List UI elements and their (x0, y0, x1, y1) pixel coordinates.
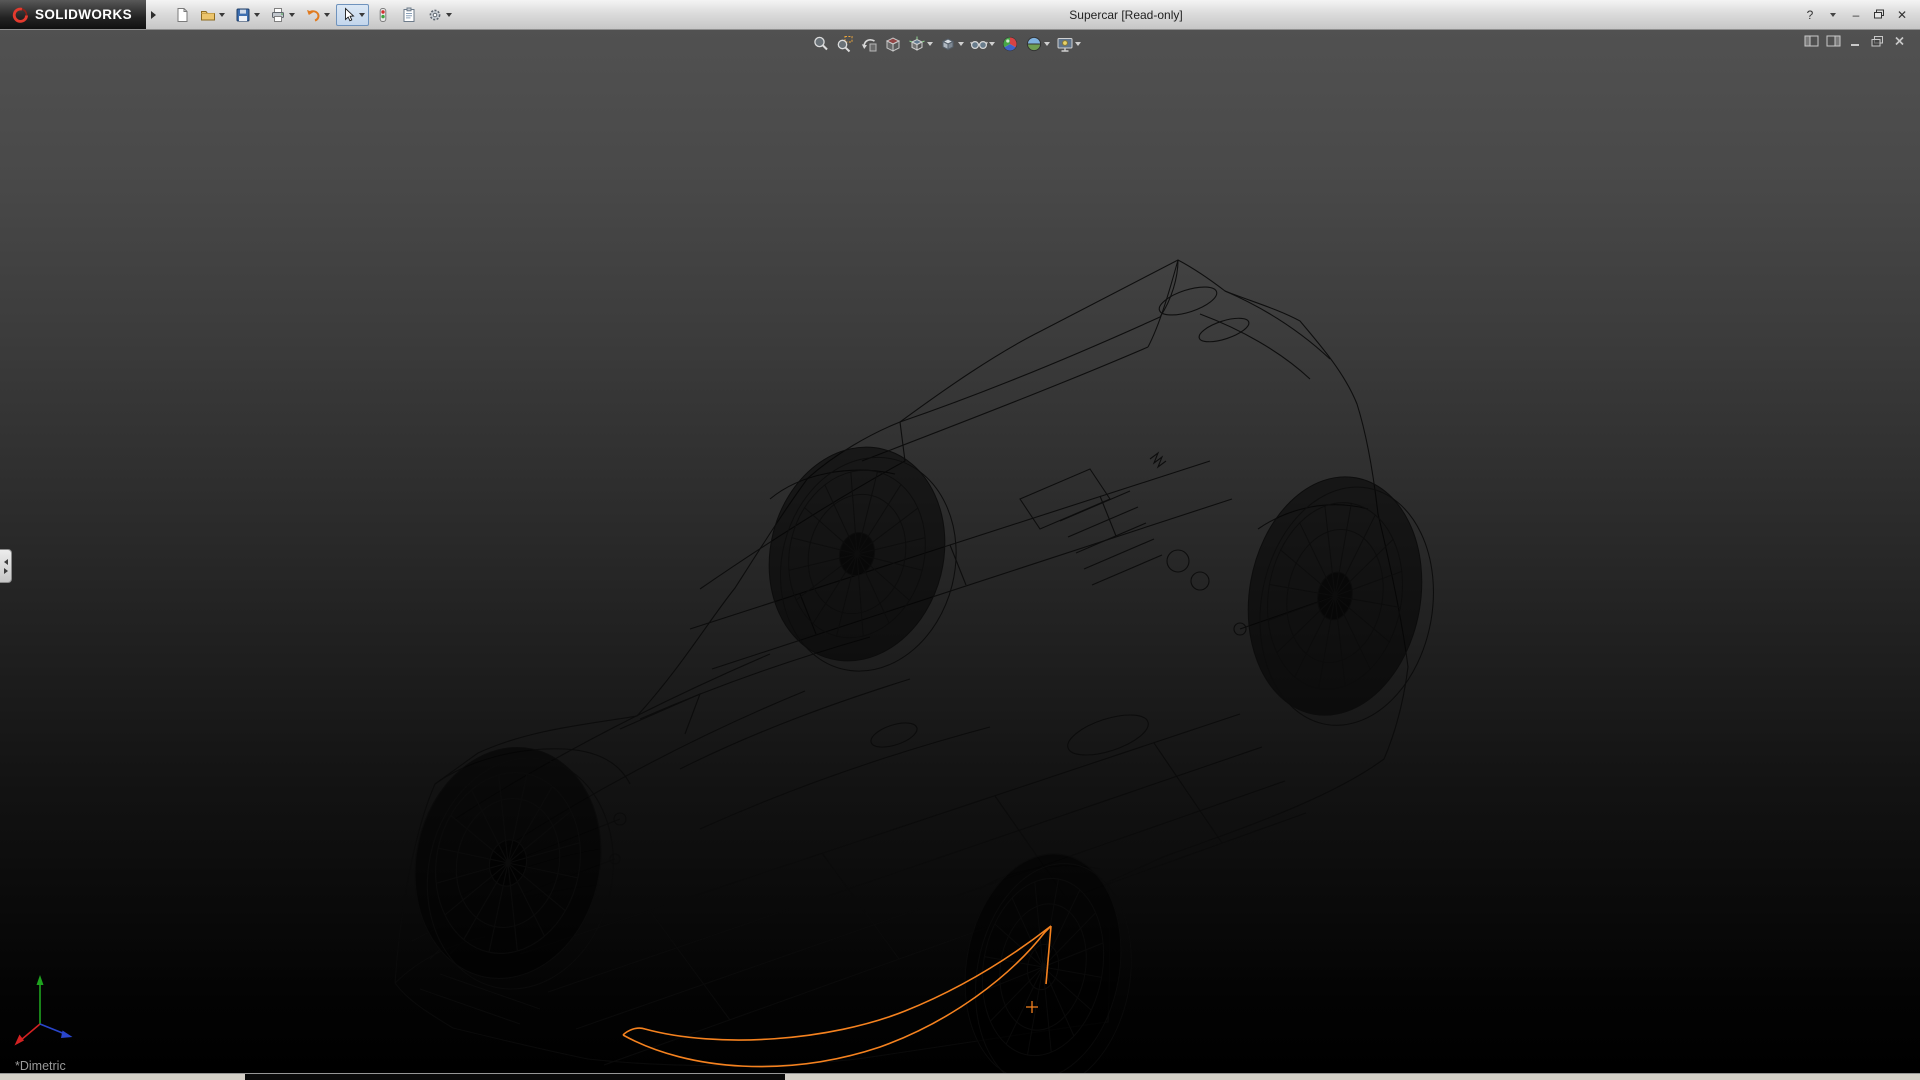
split-pane-right-icon (1826, 35, 1841, 47)
minimize-button[interactable]: – (1846, 5, 1866, 25)
print-icon (270, 7, 286, 23)
split-pane-left-icon (1804, 35, 1819, 47)
select-cursor-icon (340, 7, 356, 23)
standard-toolbar (170, 4, 456, 26)
zoom-to-area-button[interactable] (834, 31, 856, 57)
print-dropdown-icon[interactable] (289, 13, 295, 17)
file-properties-button[interactable] (397, 4, 421, 26)
3ds-swirl-icon (8, 6, 30, 24)
wheel-rear-right[interactable] (1229, 463, 1454, 739)
collapse-arrow-icon (4, 559, 8, 565)
zoom-to-area-icon (836, 35, 854, 53)
document-window-controls (1803, 33, 1908, 48)
doc-close-button[interactable] (1891, 33, 1908, 48)
view-orientation-button[interactable] (906, 31, 935, 57)
file-properties-icon (401, 7, 417, 23)
edit-appearance-icon (1001, 35, 1019, 53)
previous-view-icon (860, 35, 878, 53)
save-dropdown-icon[interactable] (254, 13, 260, 17)
titlebar: SOLIDWORKS (0, 0, 1920, 30)
options-gear-icon (427, 7, 443, 23)
expand-arrow-icon (4, 568, 8, 574)
help-dropdown-button[interactable] (1823, 5, 1843, 25)
menu-expand-arrow[interactable] (146, 0, 160, 29)
hide-show-items-dropdown-icon[interactable] (989, 42, 995, 46)
apply-scene-dropdown-icon[interactable] (1044, 42, 1050, 46)
headsup-view-toolbar (810, 31, 1083, 57)
section-view-icon (884, 35, 902, 53)
help-dropdown-icon (1830, 13, 1836, 17)
wireframe-car[interactable] (392, 260, 1453, 1074)
edit-appearance-button[interactable] (999, 31, 1021, 57)
feature-panel-expand-tab[interactable] (0, 549, 12, 583)
graphics-area[interactable]: *Dimetric (0, 29, 1920, 1074)
solidworks-window: SOLIDWORKS (0, 0, 1920, 1080)
new-document-icon (174, 7, 190, 23)
view-orientation-label: *Dimetric (15, 1059, 66, 1073)
select-button[interactable] (336, 4, 369, 26)
zoom-to-fit-button[interactable] (810, 31, 832, 57)
wheel-rear-left[interactable] (745, 428, 980, 690)
triad-z-arrow (61, 1031, 73, 1039)
open-folder-icon (200, 7, 216, 23)
split-pane-left-button[interactable] (1803, 33, 1820, 48)
undo-button[interactable] (301, 4, 334, 26)
save-button[interactable] (231, 4, 264, 26)
rebuild-button[interactable] (371, 4, 395, 26)
doc-minimize-icon (1848, 35, 1863, 47)
window-controls: ? – ✕ (1796, 5, 1920, 25)
print-button[interactable] (266, 4, 299, 26)
help-icon: ? (1807, 8, 1814, 22)
display-style-button[interactable] (937, 31, 966, 57)
graphics-viewport[interactable] (0, 29, 1920, 1074)
statusbar-segment (245, 1074, 785, 1080)
undo-icon (305, 7, 321, 23)
triad-x-axis (21, 1024, 40, 1040)
close-icon: ✕ (1897, 8, 1907, 22)
apply-scene-button[interactable] (1023, 31, 1052, 57)
minimize-icon: – (1853, 8, 1860, 22)
zoom-to-fit-icon (812, 35, 830, 53)
view-orientation-dropdown-icon[interactable] (927, 42, 933, 46)
triad-z-axis (40, 1024, 65, 1034)
brand-text: SOLIDWORKS (35, 7, 132, 22)
hide-show-items-button[interactable] (968, 31, 997, 57)
display-style-icon (939, 35, 957, 53)
undo-dropdown-icon[interactable] (324, 13, 330, 17)
window-title: Supercar [Read-only] (456, 8, 1796, 22)
restore-button[interactable] (1869, 5, 1889, 25)
wheel-front-left[interactable] (392, 730, 636, 1006)
options-dropdown-icon[interactable] (446, 13, 452, 17)
solidworks-logo: SOLIDWORKS (0, 0, 146, 29)
display-style-dropdown-icon[interactable] (958, 42, 964, 46)
view-settings-button[interactable] (1054, 31, 1083, 57)
close-button[interactable]: ✕ (1892, 5, 1912, 25)
help-button[interactable]: ? (1800, 5, 1820, 25)
view-settings-icon (1056, 35, 1074, 53)
open-button[interactable] (196, 4, 229, 26)
select-dropdown-icon[interactable] (359, 13, 365, 17)
split-pane-right-button[interactable] (1825, 33, 1842, 48)
apply-scene-icon (1025, 35, 1043, 53)
save-icon (235, 7, 251, 23)
hide-show-items-icon (970, 35, 988, 53)
doc-minimize-button[interactable] (1847, 33, 1864, 48)
menu-expand-arrow-icon (151, 11, 156, 19)
orientation-triad (15, 975, 73, 1046)
new-document-button[interactable] (170, 4, 194, 26)
previous-view-button[interactable] (858, 31, 880, 57)
statusbar (0, 1073, 1920, 1080)
doc-restore-button[interactable] (1869, 33, 1886, 48)
doc-restore-icon (1870, 35, 1885, 47)
restore-icon (1873, 9, 1885, 20)
open-dropdown-icon[interactable] (219, 13, 225, 17)
rebuild-stoplight-icon (375, 7, 391, 23)
doc-close-icon (1892, 35, 1907, 47)
triad-y-arrow (37, 975, 44, 985)
section-view-button[interactable] (882, 31, 904, 57)
view-orientation-icon (908, 35, 926, 53)
options-button[interactable] (423, 4, 456, 26)
view-settings-dropdown-icon[interactable] (1075, 42, 1081, 46)
triad-x-arrow (15, 1035, 25, 1046)
